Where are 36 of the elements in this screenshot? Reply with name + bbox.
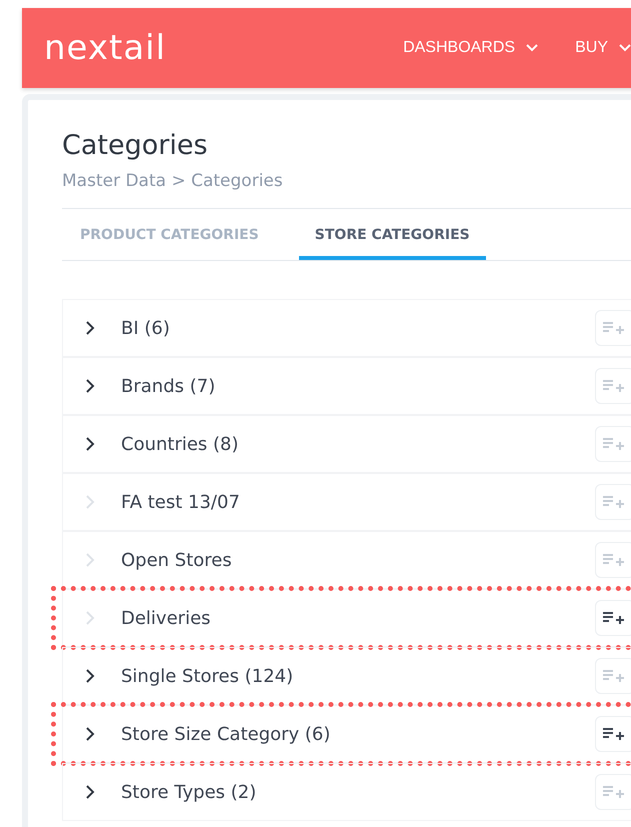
category-name: BI (6) [121,318,170,338]
chevron-icon[interactable] [85,668,95,684]
list-add-icon [602,495,624,509]
list-add-icon [602,727,624,741]
list-add-icon [602,379,624,393]
category-name: Open Stores [121,550,232,570]
chevron-icon[interactable] [85,726,95,742]
list-add-icon [602,669,624,683]
chevron-icon[interactable] [85,436,95,452]
category-name: Store Size Category (6) [121,724,330,744]
category-name: Single Stores (124) [121,666,294,686]
chevron-icon[interactable] [85,378,95,394]
page-title: Categories [62,130,209,161]
caret-icon [525,43,540,53]
category-row[interactable]: Countries (8) [62,415,631,473]
category-name: Countries (8) [121,434,239,454]
add-item-button[interactable] [595,716,631,752]
category-name: Store Types (2) [121,782,256,802]
list-add-icon [602,785,624,799]
list-add-icon [602,553,624,567]
category-name: FA test 13/07 [121,492,240,512]
list-add-icon [602,611,624,625]
list-add-icon [602,437,624,451]
category-name: Brands (7) [121,376,216,396]
category-name: Deliveries [121,608,211,628]
caret-icon [618,43,631,53]
chevron-icon[interactable] [85,784,95,800]
category-row[interactable]: Single Stores (124) [62,647,631,705]
category-row[interactable]: Brands (7) [62,357,631,415]
category-row[interactable]: Store Types (2) [62,763,631,821]
tab[interactable]: STORE CATEGORIES [298,209,486,260]
breadcrumb: Master Data > Categories [62,171,631,209]
category-row[interactable]: BI (6) [62,299,631,357]
list-add-icon [602,321,624,335]
chevron-icon[interactable] [85,320,95,336]
add-item-button[interactable] [595,600,631,636]
